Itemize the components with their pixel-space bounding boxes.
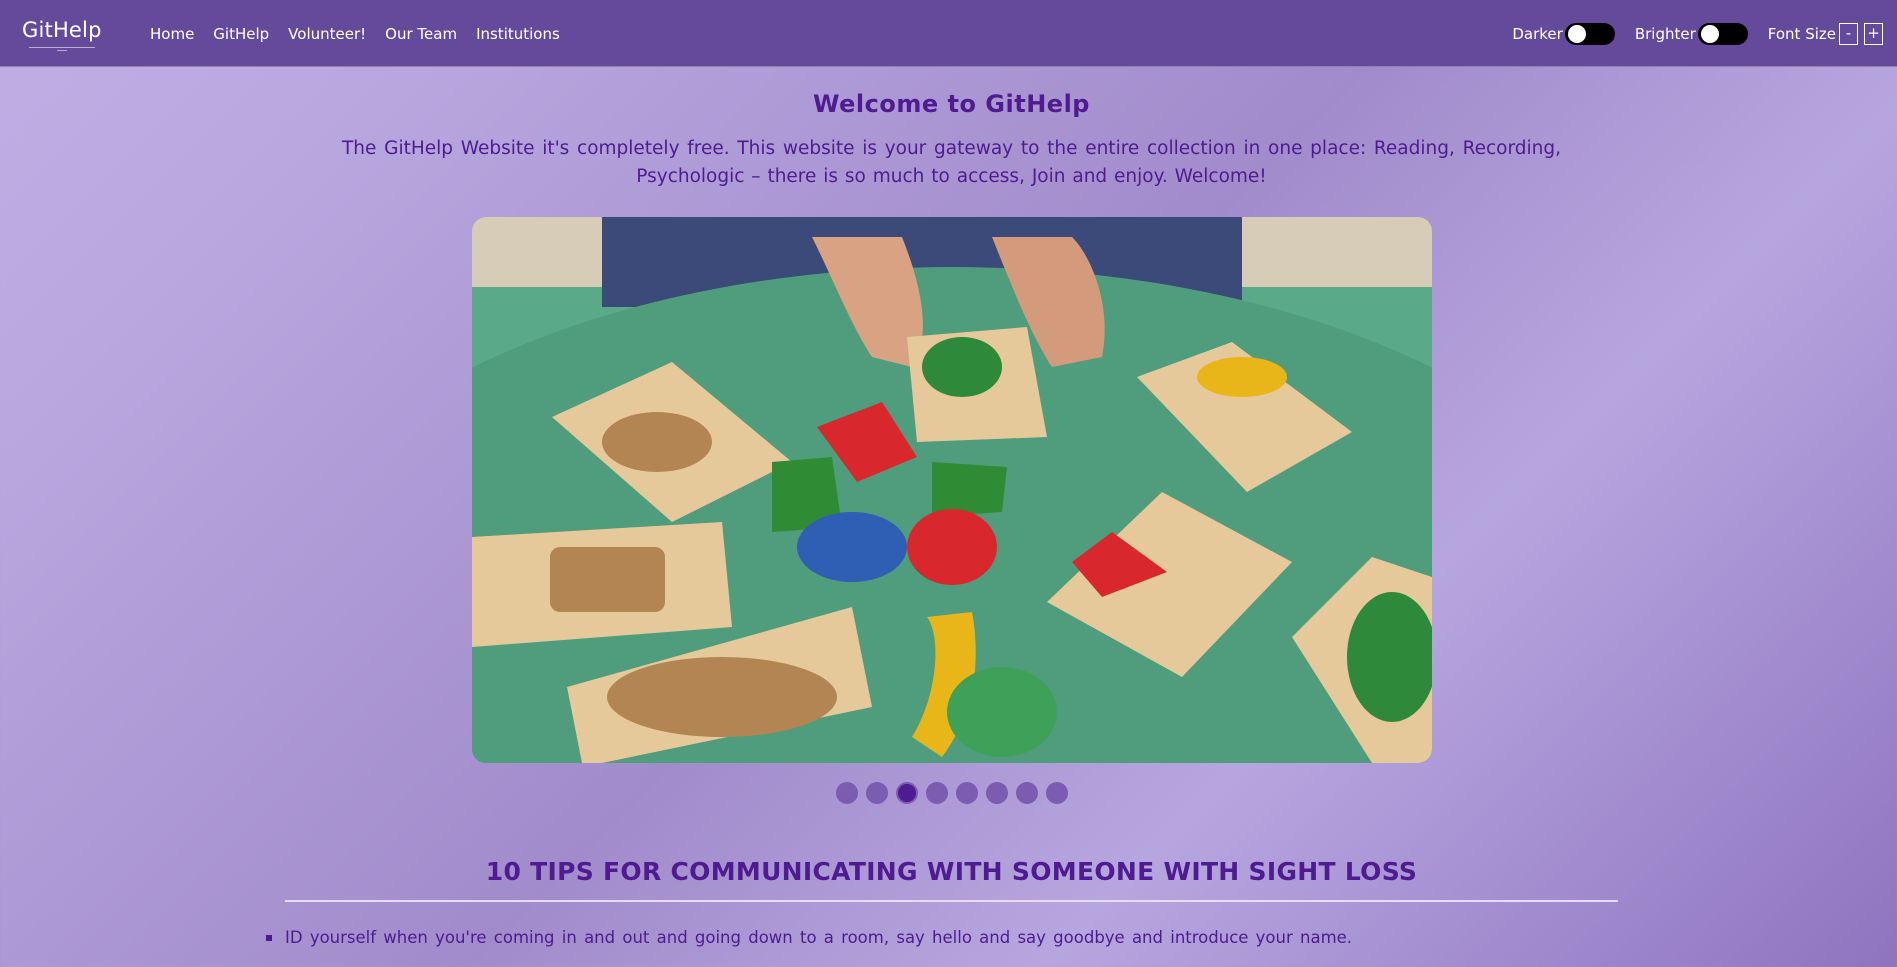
toggle-knob (1567, 24, 1586, 43)
font-increase-button[interactable]: + (1864, 22, 1883, 45)
darker-label: Darker (1512, 24, 1563, 43)
font-size-label: Font Size (1767, 24, 1836, 43)
carousel-indicators (836, 782, 1068, 804)
tips-heading: 10 TIPS FOR COMMUNICATING WITH SOMEONE W… (485, 857, 1418, 886)
toggle-knob (1700, 24, 1719, 43)
carousel-dot[interactable] (956, 782, 978, 804)
nav-link-our-team[interactable]: Our Team (385, 25, 457, 43)
accessibility-controls: Darker Brighter Font Size - + (1512, 0, 1897, 67)
font-decrease-button[interactable]: - (1839, 22, 1858, 45)
tip-text: ID yourself when you're coming in and ou… (285, 928, 1353, 947)
welcome-intro: The GitHelp Website it's completely free… (342, 138, 1561, 187)
carousel-dot[interactable] (1046, 782, 1068, 804)
nav-link-home[interactable]: Home (150, 25, 194, 43)
tip-item: ID yourself when you're coming in and ou… (266, 928, 1666, 947)
logo-tagline (26, 47, 98, 53)
carousel-dot-active[interactable] (896, 782, 918, 804)
brighter-toggle[interactable] (1697, 22, 1748, 45)
image-carousel[interactable] (472, 217, 1432, 763)
carousel-dot[interactable] (836, 782, 858, 804)
nav-link-institutions[interactable]: Institutions (476, 25, 560, 43)
carousel-dot[interactable] (866, 782, 888, 804)
divider (285, 900, 1618, 902)
darker-toggle[interactable] (1564, 22, 1615, 45)
carousel-dot[interactable] (986, 782, 1008, 804)
page-title: Welcome to GitHelp (813, 90, 1090, 118)
bullet-icon (266, 934, 272, 941)
brighter-label: Brighter (1634, 24, 1696, 43)
carousel-dot[interactable] (926, 782, 948, 804)
nav-link-githelp[interactable]: GitHelp (213, 25, 269, 43)
site-logo[interactable]: GitHelp (22, 18, 102, 58)
navbar: GitHelp Home GitHelp Volunteer! Our Team… (0, 0, 1897, 67)
carousel-dot[interactable] (1016, 782, 1038, 804)
main-nav: Home GitHelp Volunteer! Our Team Institu… (150, 0, 560, 67)
tips-list: ID yourself when you're coming in and ou… (266, 928, 1666, 947)
logo-text: GitHelp (22, 18, 102, 42)
nav-link-volunteer[interactable]: Volunteer! (288, 25, 366, 43)
carousel-slide-image (472, 217, 1432, 763)
